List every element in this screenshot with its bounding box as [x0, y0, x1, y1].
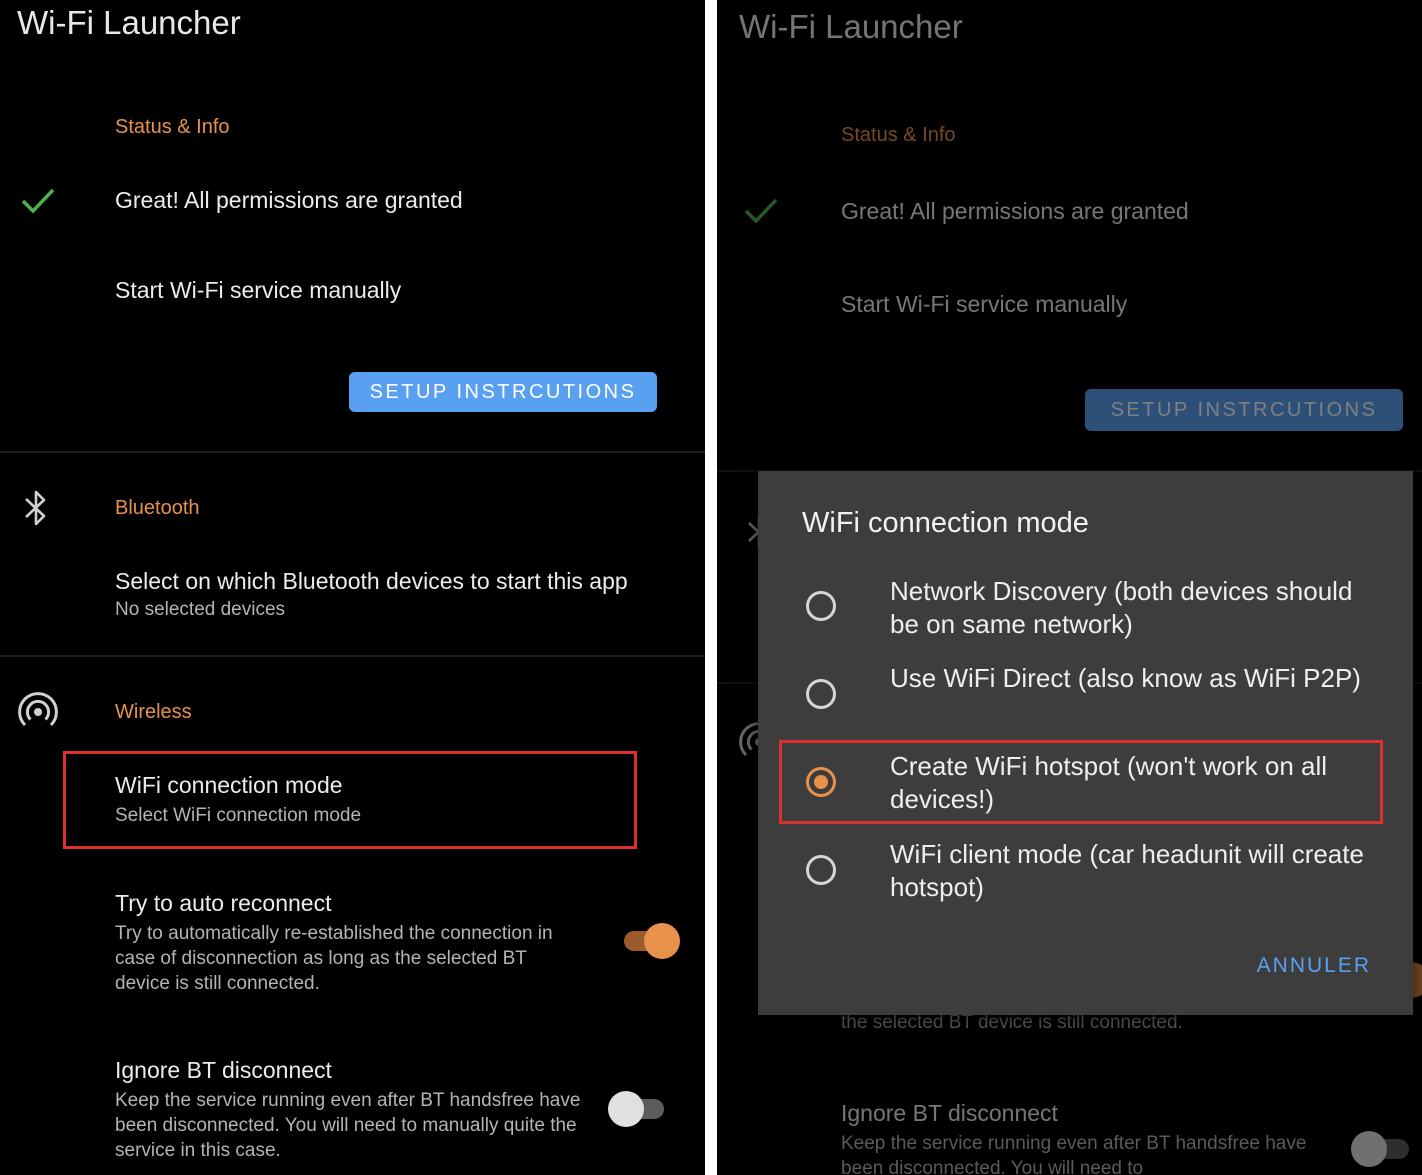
section-header-status: Status & Info — [115, 116, 230, 138]
section-header-status: Status & Info — [841, 124, 956, 146]
option-wifi-client[interactable]: WiFi client mode (car headunit will crea… — [758, 838, 1413, 914]
ignore-bt-toggle[interactable] — [606, 1088, 668, 1128]
radio-button[interactable] — [806, 679, 836, 709]
bluetooth-devices-title: Select on which Bluetooth devices to sta… — [115, 568, 628, 594]
auto-reconnect-title: Try to auto reconnect — [115, 890, 332, 916]
app-title: Wi-Fi Launcher — [739, 8, 963, 45]
divider — [0, 655, 705, 657]
ignore-bt-item[interactable]: Ignore BT disconnect Keep the service ru… — [115, 1057, 585, 1163]
radio-button[interactable] — [806, 591, 836, 621]
permissions-status: Great! All permissions are granted — [115, 187, 463, 213]
option-label: Use WiFi Direct (also know as WiFi P2P) — [890, 663, 1361, 693]
ignore-bt-summary: Keep the service running even after BT h… — [115, 1090, 581, 1161]
setup-instructions-button[interactable]: SETUP INSTRCUTIONS — [1085, 389, 1403, 431]
wireless-icon — [18, 692, 58, 727]
ignore-bt-title: Ignore BT disconnect — [115, 1057, 332, 1083]
dialog-title: WiFi connection mode — [802, 507, 1089, 539]
bluetooth-icon — [25, 490, 46, 526]
section-header-bluetooth: Bluetooth — [115, 497, 200, 519]
radio-button[interactable] — [806, 855, 836, 885]
section-header-wireless: Wireless — [115, 701, 192, 723]
check-icon — [21, 188, 55, 214]
toggle-thumb — [644, 923, 680, 959]
app-title: Wi-Fi Launcher — [17, 4, 241, 41]
setup-instructions-button[interactable]: SETUP INSTRCUTIONS — [349, 372, 657, 412]
highlight-box — [779, 740, 1383, 824]
ignore-bt-summary: Keep the service running even after BT h… — [841, 1133, 1307, 1175]
ignore-bt-title: Ignore BT disconnect — [841, 1100, 1058, 1126]
permissions-status: Great! All permissions are granted — [841, 198, 1189, 224]
bluetooth-devices-summary: No selected devices — [115, 599, 286, 620]
option-network-discovery[interactable]: Network Discovery (both devices should b… — [758, 575, 1413, 651]
start-service-item[interactable]: Start Wi-Fi service manually — [841, 291, 1401, 318]
toggle-thumb — [608, 1091, 644, 1127]
highlight-box — [63, 751, 637, 849]
auto-reconnect-toggle[interactable] — [620, 920, 682, 960]
auto-reconnect-item[interactable]: Try to auto reconnect Try to automatical… — [115, 890, 585, 996]
auto-reconnect-summary: Try to automatically re-established the … — [115, 923, 553, 994]
option-wifi-direct[interactable]: Use WiFi Direct (also know as WiFi P2P) — [758, 662, 1413, 738]
right-screen: Wi-Fi Launcher Status & Info Great! All … — [717, 0, 1422, 1175]
ignore-bt-item[interactable]: Ignore BT disconnect Keep the service ru… — [841, 1100, 1321, 1175]
left-screen: Wi-Fi Launcher Status & Info Great! All … — [0, 0, 705, 1175]
start-service-item[interactable]: Start Wi-Fi service manually — [115, 277, 675, 304]
check-icon — [744, 198, 778, 224]
option-label: WiFi client mode (car headunit will crea… — [890, 839, 1364, 902]
option-label: Network Discovery (both devices should b… — [890, 576, 1353, 639]
divider — [0, 451, 705, 453]
toggle-thumb — [1351, 1131, 1387, 1167]
bluetooth-devices-item[interactable]: Select on which Bluetooth devices to sta… — [115, 568, 695, 622]
cancel-button[interactable]: ANNULER — [1251, 953, 1377, 979]
ignore-bt-toggle[interactable] — [1349, 1128, 1415, 1168]
